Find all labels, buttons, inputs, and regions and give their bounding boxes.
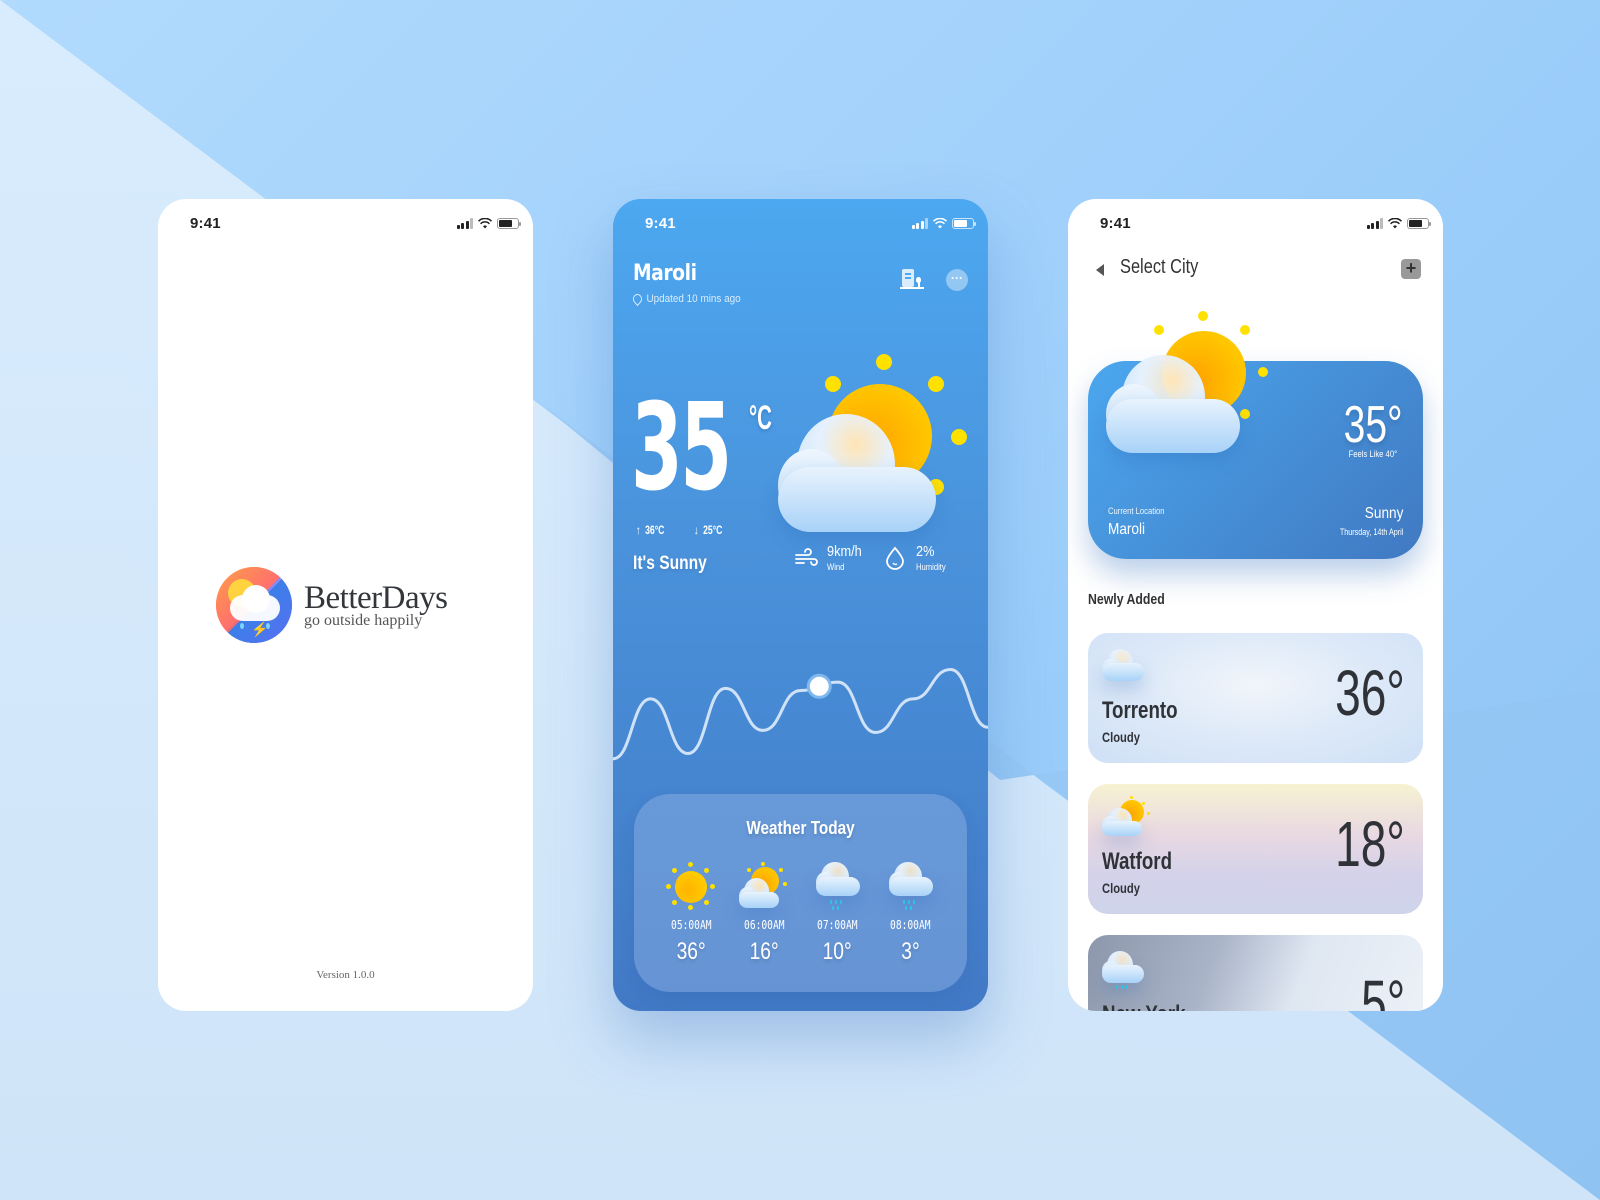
status-time: 9:41 (645, 214, 676, 232)
hourly-temp: 10° (822, 938, 852, 965)
wind-stat: 9km/h Wind (793, 544, 868, 572)
hourly-time: 05:00AM (670, 918, 712, 932)
hourly-item[interactable]: 07:00AM 10° (802, 862, 872, 966)
temperature-unit: °C (749, 399, 772, 437)
city-condition: Cloudy (1102, 729, 1140, 745)
hourly-time: 08:00AM (889, 918, 931, 932)
status-bar: 9:41 (645, 213, 976, 233)
humidity-value: 2% (915, 543, 935, 560)
high-temp: ↑ 36°C (635, 523, 665, 537)
location-pin-icon (631, 291, 644, 307)
city-temperature: 5° (1360, 967, 1405, 1011)
current-location-name: Maroli (1108, 521, 1146, 538)
status-time: 9:41 (1100, 214, 1131, 232)
weather-today-title: Weather Today (746, 818, 855, 838)
partly-cloudy-icon (737, 862, 791, 914)
cloud-icon (1102, 645, 1150, 685)
home-screen: 9:41 Maroli Updated 10 mins ago ··· 35 °… (613, 199, 988, 1011)
weather-today-card: Weather Today 05:00AM 36° 06:00AM 16° 07… (634, 794, 967, 992)
hourly-time: 06:00AM (743, 918, 785, 932)
status-time: 9:41 (190, 214, 221, 232)
add-city-button[interactable]: + (1401, 259, 1421, 279)
sun-icon (664, 862, 718, 914)
hourly-item[interactable]: 06:00AM 16° (729, 862, 799, 966)
rain-cloud-icon (1102, 947, 1150, 989)
current-condition: Sunny (1364, 505, 1403, 522)
city-card[interactable]: Watford Cloudy 18° (1088, 784, 1423, 914)
wind-icon (795, 548, 818, 566)
rain-cloud-icon (883, 862, 937, 914)
city-name: Torrento (1102, 697, 1178, 724)
city-temperature: 36° (1335, 657, 1405, 729)
signal-icon (1366, 217, 1383, 229)
condition-text: It's Sunny (633, 553, 707, 574)
signal-icon (456, 217, 473, 229)
select-city-screen: 9:41 Select City + 35° Feels Like 40° Cu… (1068, 199, 1443, 1011)
temperature-trend-chart[interactable] (613, 639, 988, 779)
humidity-stat: 2% Humidity (882, 544, 951, 572)
newly-added-heading: Newly Added (1088, 591, 1165, 608)
city-name: Watford (1102, 848, 1173, 875)
trend-selected-point[interactable] (806, 673, 832, 699)
city-name: Maroli (633, 261, 697, 286)
signal-icon (911, 217, 928, 229)
current-date: Thursday, 14th April (1339, 527, 1404, 537)
current-temperature: 35 (631, 379, 732, 518)
current-location-label: Current Location (1108, 506, 1165, 516)
city-temperature: 18° (1335, 808, 1405, 880)
hourly-temp: 16° (749, 938, 779, 965)
status-bar: 9:41 (190, 213, 521, 233)
current-card-temperature: 35° (1344, 396, 1403, 454)
humidity-label: Humidity (915, 562, 946, 572)
battery-icon (497, 217, 521, 229)
city-card[interactable]: New York 5° (1088, 935, 1423, 1011)
status-bar: 9:41 (1100, 213, 1431, 233)
battery-icon (952, 217, 976, 229)
updated-text: Updated 10 mins ago (646, 293, 741, 305)
version-label: Version 1.0.0 (316, 969, 375, 981)
hourly-time: 07:00AM (816, 918, 858, 932)
feels-like: Feels Like 40° (1348, 449, 1397, 459)
rain-cloud-icon (810, 862, 864, 914)
trend-line (613, 667, 988, 761)
wifi-icon (478, 217, 492, 228)
hourly-temp: 36° (676, 938, 706, 965)
hourly-item[interactable]: 05:00AM 36° (656, 862, 726, 966)
wifi-icon (933, 217, 947, 228)
high-low-temps: ↑ 36°C ↓ 25°C (633, 523, 727, 537)
low-temp: ↓ 25°C (693, 523, 723, 537)
city-building-icon[interactable] (900, 269, 924, 291)
hourly-item[interactable]: 08:00AM 3° (875, 862, 945, 966)
city-condition: Cloudy (1102, 880, 1140, 896)
updated-status: Updated 10 mins ago (631, 291, 741, 307)
back-arrow-icon[interactable] (1096, 264, 1104, 276)
partly-cloudy-icon (1102, 796, 1150, 836)
partly-sunny-icon (1106, 311, 1286, 471)
wifi-icon (1388, 217, 1402, 228)
wind-value: 9km/h (827, 543, 862, 560)
battery-icon (1407, 217, 1431, 229)
page-title: Select City (1120, 256, 1199, 278)
partly-sunny-icon (778, 354, 978, 544)
more-options-button[interactable]: ··· (946, 269, 968, 291)
humidity-drop-icon (885, 546, 904, 570)
wind-label: Wind (827, 562, 845, 572)
brand-name: BetterDays (304, 579, 448, 616)
city-name: New York (1102, 1001, 1186, 1011)
weather-logo-icon: ⚡ (216, 567, 292, 643)
brand-logo: ⚡ BetterDays go outside happily (216, 567, 448, 643)
hourly-temp: 3° (900, 938, 920, 965)
splash-screen: 9:41 ⚡ BetterDays go outside happily Ver… (158, 199, 533, 1011)
city-card[interactable]: Torrento Cloudy 36° (1088, 633, 1423, 763)
